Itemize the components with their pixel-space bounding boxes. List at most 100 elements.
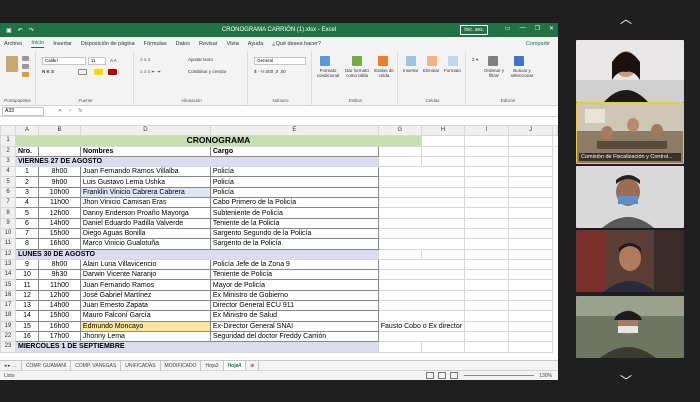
cell[interactable] [464, 176, 510, 188]
cell-hora[interactable]: 11h00 [37, 197, 81, 209]
cell[interactable] [508, 166, 553, 178]
cell-nombre[interactable]: José Gabriel Martínez [79, 289, 211, 302]
cell-extra[interactable] [377, 197, 466, 209]
cell-nro[interactable]: 11 [14, 279, 39, 291]
cell-nro[interactable]: 8 [14, 238, 39, 250]
cell-nombre[interactable]: Daniel Eduardo Padilla Valverde [79, 217, 211, 229]
column-header[interactable] [552, 124, 558, 137]
cell-hora[interactable]: 17h00 [37, 330, 81, 343]
cell[interactable] [508, 310, 553, 322]
row-header[interactable]: 16 [0, 289, 16, 302]
chevron-up-icon[interactable]: ︿ [620, 10, 632, 27]
cell-nombre[interactable]: Juan Fernando Ramos [79, 279, 211, 291]
cell[interactable] [464, 279, 510, 291]
row-header[interactable]: 14 [0, 269, 16, 281]
sheet-tab-active[interactable]: Hoja4 [223, 360, 247, 371]
cell-cargo[interactable]: Mayor de Policía [209, 279, 379, 291]
share-button[interactable]: Compartir [526, 41, 550, 47]
find-select-icon[interactable] [514, 56, 524, 66]
cell-cargo[interactable]: Policía [209, 166, 379, 178]
cell[interactable] [464, 300, 510, 312]
cell[interactable] [508, 300, 553, 312]
find-select-button[interactable]: Buscar y seleccionar [508, 68, 536, 78]
cell[interactable] [508, 227, 553, 240]
column-header[interactable]: G [377, 124, 422, 137]
cell-hora[interactable]: 12h00 [37, 289, 81, 302]
delete-cells-button[interactable]: Eliminar [423, 68, 439, 73]
cell[interactable] [464, 289, 510, 302]
cell-extra[interactable] [377, 330, 466, 343]
column-header[interactable]: J [508, 124, 553, 137]
cell[interactable] [464, 135, 510, 147]
cell[interactable] [464, 155, 510, 168]
cell-cargo[interactable]: Ex Ministro de Salud [209, 310, 379, 322]
header-cargo[interactable]: Cargo [209, 145, 379, 157]
cell-hora[interactable]: 16h00 [37, 320, 81, 332]
format-cells-icon[interactable] [448, 56, 458, 66]
cut-icon[interactable] [22, 56, 29, 61]
menu-inicio[interactable]: Inicio [31, 40, 45, 48]
cell-extra[interactable] [377, 166, 466, 178]
cell-nro[interactable]: 3 [14, 186, 39, 199]
cell-nombre[interactable]: Darwin Vicente Naranjo [79, 269, 211, 281]
cell-hora[interactable]: 14h00 [37, 217, 81, 229]
cell-extra[interactable] [377, 176, 466, 188]
row-header[interactable]: 12 [0, 248, 16, 260]
number-format-icons[interactable]: $ - % 000 ,0 ,00 [254, 69, 286, 74]
cell-nombre[interactable]: Juan Fernando Ramos Villalba [79, 166, 211, 178]
close-icon[interactable]: ✕ [549, 25, 554, 32]
sheet-tab[interactable]: Hoja3 [201, 360, 224, 371]
cell-styles-button[interactable]: Estilos de celda [372, 68, 396, 78]
cell[interactable] [464, 258, 510, 271]
cell[interactable] [377, 145, 422, 157]
wrap-text-button[interactable]: Ajustar texto [188, 57, 213, 62]
menu-formulas[interactable]: Fórmulas [144, 41, 167, 47]
cell-nro[interactable]: 5 [14, 207, 39, 219]
cell-extra[interactable] [377, 279, 466, 291]
cell-nro[interactable]: 7 [14, 227, 39, 240]
cell-extra[interactable] [377, 207, 466, 219]
cell-nro[interactable]: 1 [14, 166, 39, 178]
function-icon[interactable]: fx [78, 108, 82, 114]
copy-icon[interactable] [22, 64, 29, 69]
cell[interactable] [508, 135, 553, 147]
cell[interactable] [420, 341, 466, 353]
cell-cargo[interactable]: Teniente de Policía [209, 269, 379, 281]
cell-cargo[interactable]: Seguridad del doctor Freddy Carrión [209, 330, 379, 343]
cell-hora[interactable]: 15h00 [37, 310, 81, 322]
cell-cargo[interactable]: Policía Jefe de la Zona 9 [209, 258, 379, 271]
align-icons-bottom[interactable]: ≡ ≡ ≡ ⇤ ⇥ [140, 69, 160, 75]
cell[interactable] [420, 135, 466, 147]
column-header[interactable]: E [209, 124, 379, 137]
fill-color-icon[interactable] [94, 69, 103, 75]
cell-nro[interactable]: 13 [14, 300, 39, 312]
cell[interactable] [377, 155, 422, 168]
cell[interactable] [420, 248, 466, 260]
cell-extra[interactable] [377, 300, 466, 312]
bold-italic-underline[interactable]: N K S [42, 69, 54, 74]
cell-extra[interactable] [377, 258, 466, 271]
cell[interactable] [508, 186, 553, 199]
column-header[interactable]: A [14, 124, 39, 137]
cell[interactable] [508, 258, 553, 271]
menu-revisar[interactable]: Revisar [199, 41, 218, 47]
cell-cargo[interactable]: Ex-Director General SNAI [209, 320, 379, 332]
row-header[interactable]: 4 [0, 166, 16, 178]
cell-extra[interactable] [377, 186, 466, 199]
cell-extra[interactable] [377, 238, 466, 250]
cell-cargo[interactable]: Sargento Segundo de la Policía [209, 227, 379, 240]
autosum-icons[interactable]: Σ ▾ [472, 57, 478, 63]
cell[interactable] [508, 155, 553, 168]
row-header[interactable]: 18 [0, 310, 16, 322]
font-color-icon[interactable] [108, 69, 117, 75]
cell-extra[interactable] [377, 269, 466, 281]
cell-nro[interactable]: 4 [14, 197, 39, 209]
participant-tile[interactable] [576, 296, 684, 358]
cell[interactable] [508, 269, 553, 281]
row-header[interactable]: 3 [0, 155, 16, 168]
row-header[interactable]: 13 [0, 258, 16, 271]
menu-insertar[interactable]: Insertar [53, 41, 72, 47]
conditional-format-button[interactable]: Formato condicional [314, 68, 342, 78]
sort-filter-icon[interactable] [488, 56, 498, 66]
insert-cells-icon[interactable] [406, 56, 416, 66]
